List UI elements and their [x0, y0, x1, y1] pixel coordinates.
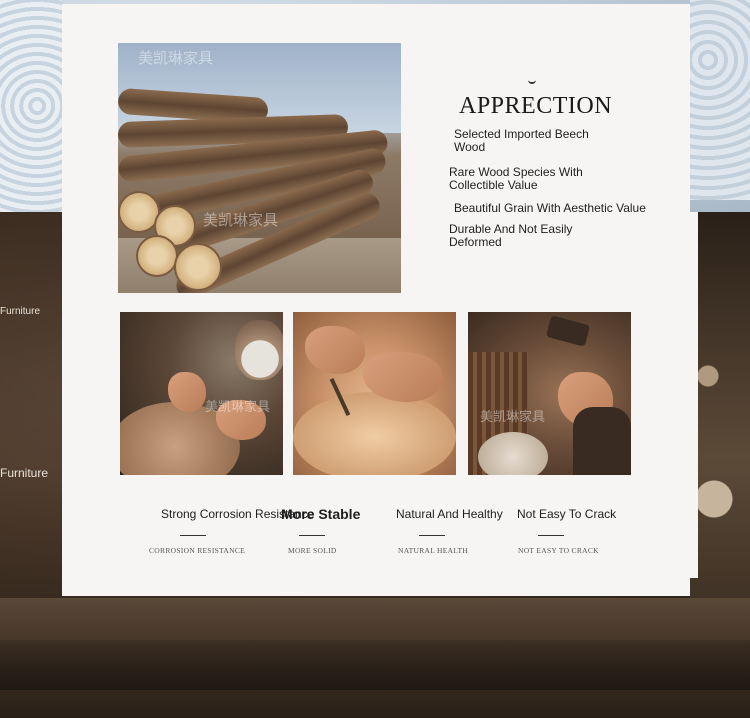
watermark: 美凯琳家具 [205, 400, 271, 415]
feature-sublabel: NATURAL HEALTH [398, 546, 469, 555]
feature-sublabel: MORE SOLID [288, 546, 337, 555]
hand [168, 372, 206, 412]
feature-item: Durable And Not Easily Deformed [449, 222, 573, 249]
feature-sublabel: NOT EASY TO CRACK [518, 546, 599, 555]
background-side-text: Furniture [0, 306, 41, 317]
feature-item: Beautiful Grain With Aesthetic Value [454, 201, 646, 215]
watermark: 美凯琳家具 [480, 410, 546, 425]
page-title: APPRECTION [459, 93, 613, 119]
background-left-pattern [0, 0, 62, 212]
log-end [174, 243, 222, 291]
carving-photo-mallet: 美凯琳家具 [468, 312, 631, 475]
carved-wood [293, 392, 456, 475]
hand [305, 326, 365, 374]
background-lathe [0, 640, 750, 690]
background-side-text: Furniture [0, 466, 49, 480]
craftsman-face [235, 320, 283, 380]
label-divider [180, 535, 206, 536]
label-divider [419, 535, 445, 536]
sleeve [573, 407, 631, 475]
log-end [136, 235, 178, 277]
feature-item: Rare Wood Species With Collectible Value [449, 165, 583, 192]
title-ornament [528, 72, 536, 84]
label-divider [299, 535, 325, 536]
feature-label-stable: More Stable [281, 506, 361, 522]
feature-sublabel: CORROSION RESISTANCE [149, 546, 246, 555]
label-divider [538, 535, 564, 536]
background-wood-curls [690, 212, 750, 622]
card-edge [690, 212, 698, 578]
watermark: 美凯琳家具 [203, 211, 279, 229]
carved-wood [478, 432, 548, 475]
carving-photo-hands [293, 312, 456, 475]
feature-item: Selected Imported Beech Wood [454, 127, 589, 154]
carving-photo-elder: 美凯琳家具 [120, 312, 283, 475]
feature-label-natural: Natural And Healthy [396, 507, 503, 521]
watermark: 美凯琳家具 [138, 49, 214, 67]
mallet [545, 315, 591, 347]
wood-logs-photo: 美凯琳家具 美凯琳家具 [118, 43, 401, 293]
feature-label-crack: Not Easy To Crack [517, 507, 617, 521]
background-right-pattern [690, 0, 750, 200]
